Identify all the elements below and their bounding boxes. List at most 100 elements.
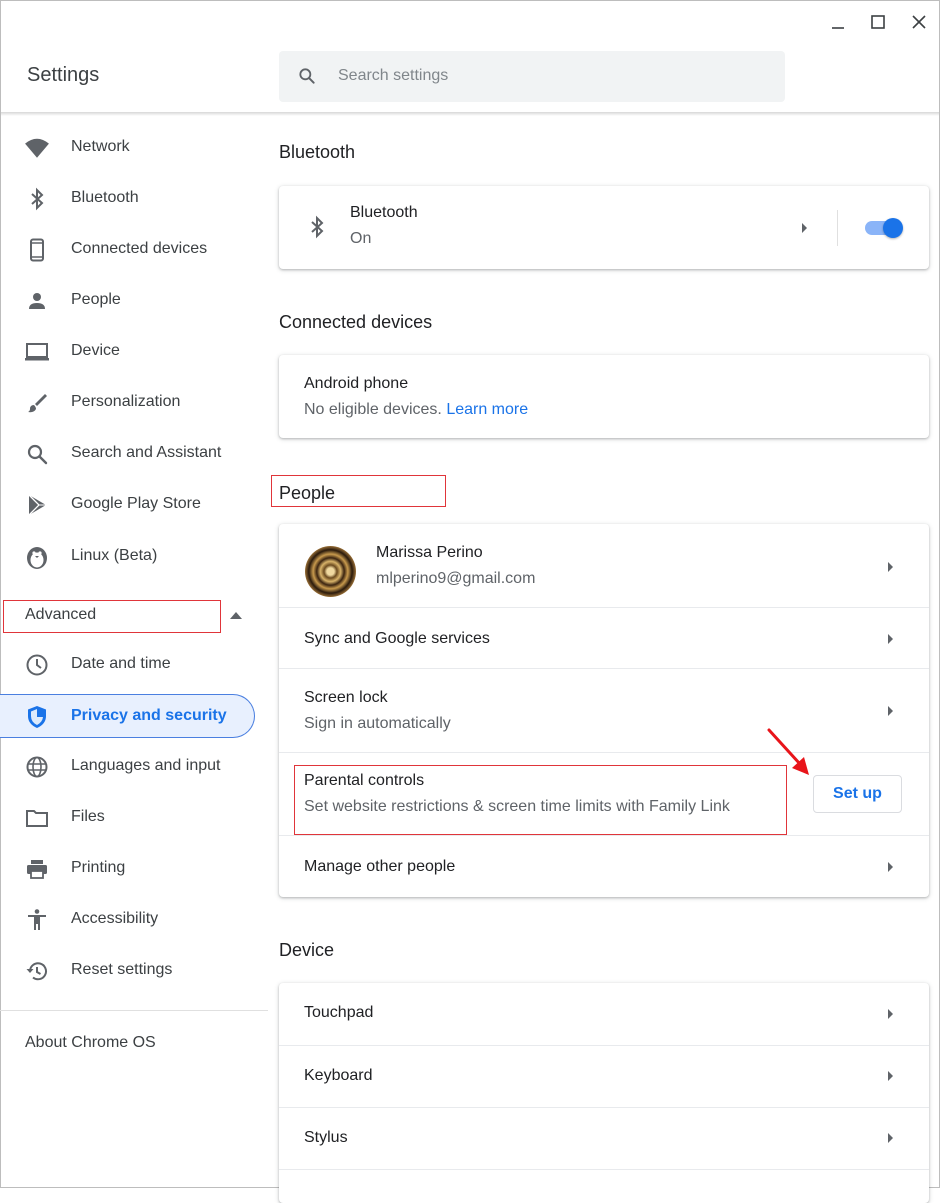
chevron-right-icon[interactable] [888,1009,893,1019]
sidebar-item-label: Languages and input [71,757,221,774]
sidebar-item-bluetooth[interactable]: Bluetooth [0,176,258,220]
parental-controls-highlight-box [294,765,787,835]
sidebar-item-label: Connected devices [71,240,208,257]
row-separator [837,210,838,246]
android-phone-subtitle: No eligible devices. Learn more [304,401,528,419]
sidebar-item-network[interactable]: Network [0,125,258,169]
device-item-keyboard[interactable]: Keyboard [304,1067,373,1085]
sidebar-item-linux-beta[interactable]: Linux (Beta) [0,534,258,578]
avatar [305,546,356,597]
sidebar-item-label: Privacy and security [71,707,227,724]
sidebar-item-accessibility[interactable]: Accessibility [0,897,258,941]
android-phone-title: Android phone [304,375,409,392]
row-divider [279,1107,929,1108]
chevron-right-icon[interactable] [888,634,893,644]
section-title-device: Device [279,940,335,960]
sidebar-item-search-and-assistant[interactable]: Search and Assistant [0,431,258,475]
laptop-icon [24,339,50,365]
person-icon [24,288,50,314]
chevron-right-icon[interactable] [888,862,893,872]
bluetooth-card: Bluetooth On [279,186,929,269]
play-store-icon [24,492,50,518]
chevron-right-icon[interactable] [888,1071,893,1081]
brush-icon [24,390,50,416]
learn-more-link[interactable]: Learn more [446,401,528,418]
sidebar-item-privacy-and-security[interactable]: Privacy and security [0,694,255,738]
bluetooth-toggle-knob[interactable] [883,218,903,238]
globe-icon [24,754,50,780]
device-item-touchpad[interactable]: Touchpad [304,1004,373,1022]
chevron-right-icon[interactable] [888,706,893,716]
set-up-button[interactable]: Set up [813,775,902,813]
sidebar-item-label: Network [71,138,130,155]
app-title: Settings [27,64,100,86]
annotation-arrow-icon [767,728,809,775]
chevron-right-icon[interactable] [888,1133,893,1143]
sidebar-item-files[interactable]: Files [0,795,258,839]
shield-icon [24,704,50,730]
account-name[interactable]: Marissa Perino [376,544,483,562]
manage-other-people[interactable]: Manage other people [304,858,455,876]
sidebar-item-label: Reset settings [71,961,173,978]
sidebar-item-google-play-store[interactable]: Google Play Store [0,482,258,526]
chevron-up-icon[interactable] [230,612,242,619]
sidebar-item-about-chrome-os[interactable]: About Chrome OS [25,1034,156,1052]
folder-icon [24,805,50,831]
chevron-right-icon[interactable] [888,562,893,572]
row-divider [279,1169,929,1170]
section-title-connected-devices: Connected devices [279,312,433,332]
bluetooth-icon [305,215,329,244]
sidebar-item-label: Accessibility [71,910,159,927]
sync-google-services[interactable]: Sync and Google services [304,630,490,648]
screen-lock-subtitle: Sign in automatically [304,715,451,732]
sidebar-item-label: People [71,291,121,308]
sidebar-item-personalization[interactable]: Personalization [0,380,258,424]
sidebar-item-label: Device [71,342,120,359]
sidebar-item-date-and-time[interactable]: Date and time [0,642,258,686]
sidebar-item-label: Linux (Beta) [71,547,158,564]
accessibility-icon [24,907,50,933]
bluetooth-row-title[interactable]: Bluetooth [350,204,418,222]
search-icon [24,441,50,467]
sidebar-item-people[interactable]: People [0,278,258,322]
section-title-people: People [279,483,336,503]
wifi-icon [24,135,50,161]
restore-icon [24,958,50,984]
sidebar-item-label: Search and Assistant [71,444,222,461]
people-card: Marissa Perino mlperino9@gmail.com Sync … [279,524,929,897]
sidebar-item-label: Bluetooth [71,189,139,206]
sidebar-item-label: Date and time [71,655,171,672]
device-item-stylus[interactable]: Stylus [304,1129,348,1147]
maximize-icon[interactable] [864,8,892,36]
search-bar[interactable]: Search settings [279,51,785,102]
chevron-right-icon[interactable] [802,223,807,233]
search-placeholder[interactable]: Search settings [338,67,448,85]
sidebar-item-device[interactable]: Device [0,329,258,373]
clock-icon [24,652,50,678]
close-icon[interactable] [905,8,933,36]
phone-icon [24,237,50,263]
bluetooth-icon [24,186,50,212]
row-divider [279,835,929,836]
device-card: Touchpad Keyboard Stylus [279,983,929,1203]
search-icon [297,66,317,91]
printer-icon [24,856,50,882]
advanced-toggle[interactable]: Advanced [25,606,96,624]
screen-lock-title[interactable]: Screen lock [304,689,388,707]
bluetooth-status: On [350,230,372,247]
row-divider [279,607,929,608]
sidebar-item-printing[interactable]: Printing [0,846,258,890]
penguin-icon [24,544,50,570]
minimize-icon[interactable] [824,8,852,36]
row-divider [279,752,929,753]
sidebar-item-languages-and-input[interactable]: Languages and input [0,744,258,788]
account-email: mlperino9@gmail.com [376,570,536,587]
row-divider [279,1045,929,1046]
sidebar-item-label: Personalization [71,393,181,410]
sidebar-divider [0,1010,268,1011]
sidebar-item-label: Files [71,808,105,825]
header-shadow [1,112,939,116]
sidebar-item-connected-devices[interactable]: Connected devices [0,227,258,271]
sidebar-item-label: Google Play Store [71,495,201,512]
sidebar-item-reset-settings[interactable]: Reset settings [0,948,258,992]
